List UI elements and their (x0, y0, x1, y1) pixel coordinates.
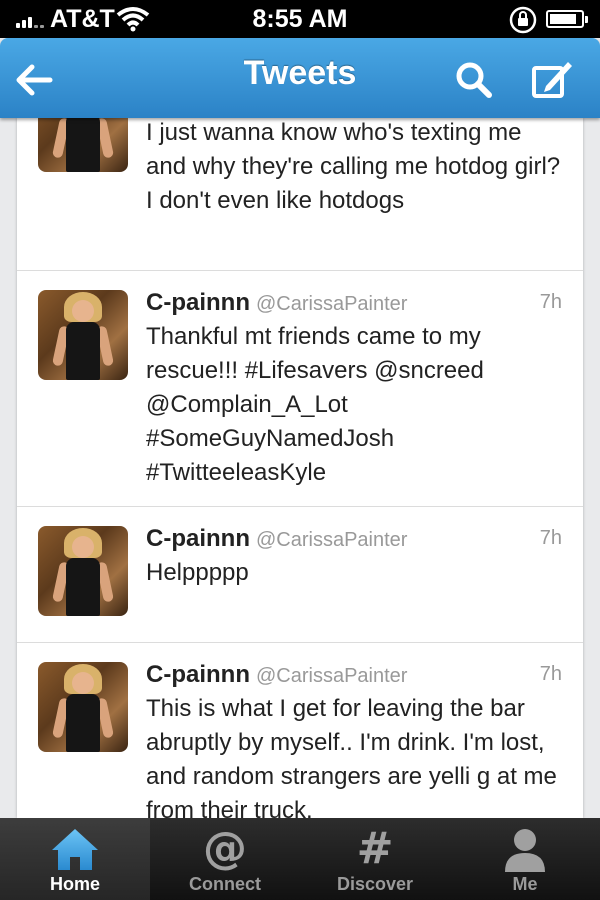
tab-bar: Home @ Connect # Discover Me (0, 818, 600, 900)
avatar[interactable] (38, 662, 128, 752)
person-icon (505, 829, 545, 872)
tab-label: Discover (336, 874, 414, 894)
tab-me[interactable]: Me (450, 818, 600, 900)
user-name[interactable]: C-painnn (146, 525, 250, 552)
tab-discover[interactable]: # Discover (300, 818, 450, 900)
tweet-text: I just wanna know who's texting me and w… (146, 119, 561, 214)
page-title: Tweets (243, 54, 357, 92)
tweet-item[interactable]: C-painnn @CarissaPainter 7h This is what … (17, 643, 583, 818)
tweet-time: 7h (539, 663, 562, 685)
tweet-time: 7h (539, 291, 562, 313)
tweet-item[interactable]: C-painnn @CarissaPainter 7h Helppppp (17, 507, 583, 643)
tab-label: Me (512, 874, 538, 894)
hashtag-icon: # (356, 823, 394, 874)
tweet-item[interactable]: C-painnn @CarissaPainter 7h Thankful mt f… (17, 271, 583, 507)
navigation-bar: Tweets (0, 38, 600, 118)
tweet-text: Thankful mt friends came to my rescue!!!… (146, 323, 484, 486)
rotation-lock-icon (508, 5, 538, 40)
search-icon (456, 62, 492, 98)
home-icon (52, 829, 98, 870)
battery-icon (546, 10, 588, 28)
user-handle: @CarissaPainter (255, 529, 408, 551)
status-bar: AT&T 8:55 AM (0, 0, 600, 38)
tab-label: Home (49, 874, 100, 894)
search-button[interactable] (450, 56, 498, 104)
tab-label: Connect (189, 874, 261, 894)
avatar[interactable] (38, 290, 128, 380)
tweet-header: C-painnn @CarissaPainter 7h (146, 661, 562, 691)
user-name[interactable]: C-painnn (146, 661, 250, 688)
compose-icon (532, 62, 572, 98)
compose-button[interactable] (528, 56, 576, 104)
tweet-header: C-painnn @CarissaPainter 7h (146, 289, 562, 319)
user-handle: @CarissaPainter (255, 293, 408, 315)
avatar[interactable] (38, 118, 128, 172)
tweet-header: C-painnn @CarissaPainter 7h (146, 525, 562, 555)
user-name[interactable]: C-painnn (146, 289, 250, 316)
tweet-text: This is what I get for leaving the bar a… (146, 695, 557, 818)
at-sign-icon: @ (203, 823, 247, 874)
tab-connect[interactable]: @ Connect (150, 818, 300, 900)
avatar[interactable] (38, 526, 128, 616)
tweet-item[interactable]: I just wanna know who's texting me and w… (17, 118, 583, 271)
user-handle: @CarissaPainter (255, 665, 408, 687)
tweet-text: Helppppp (146, 559, 249, 586)
tweet-time: 7h (539, 527, 562, 549)
tab-home[interactable]: Home (0, 818, 150, 900)
tweet-feed[interactable]: I just wanna know who's texting me and w… (17, 118, 583, 818)
